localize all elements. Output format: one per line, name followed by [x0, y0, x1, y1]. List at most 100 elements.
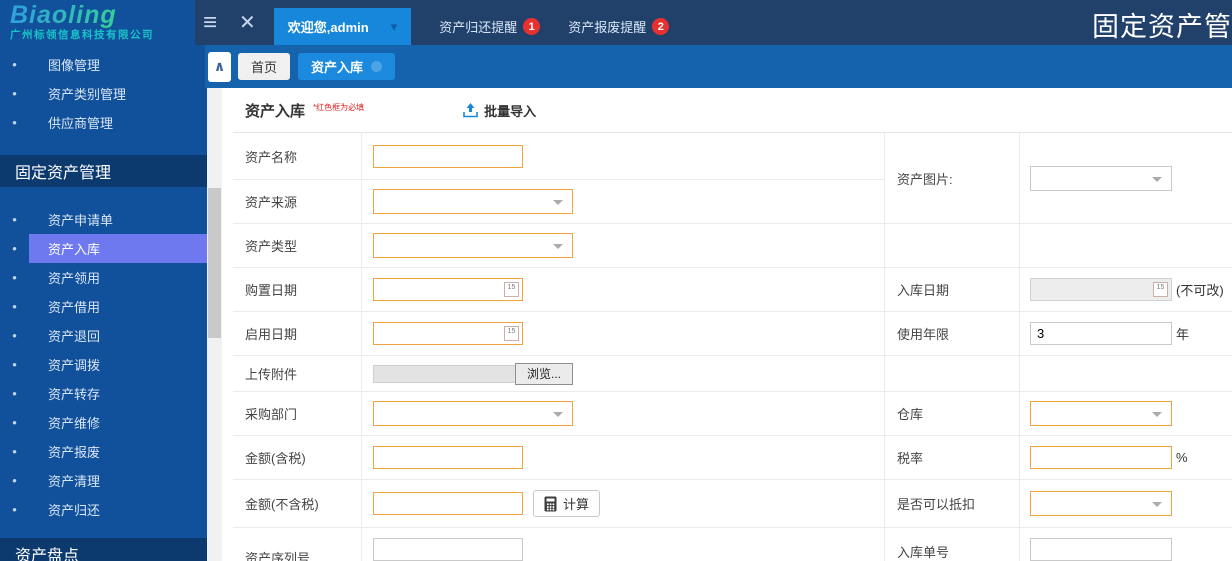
cell-purchase-date: 15: [362, 268, 884, 312]
tax-rate-input[interactable]: [1030, 446, 1172, 469]
bullet-icon: •: [0, 205, 29, 234]
empty-cell: [884, 224, 1020, 268]
sidebar-nav: • 图像管理 • 资产类别管理 • 供应商管理 固定资产管理 • 资产申请单 •…: [0, 45, 207, 561]
sidebar-item-asset-transfer[interactable]: • 资产调拨: [0, 350, 207, 379]
sidebar-item-asset-category-mgmt[interactable]: • 资产类别管理: [0, 79, 207, 108]
sidebar-item-asset-return[interactable]: • 资产退回: [0, 321, 207, 350]
sidebar-item-asset-repair[interactable]: • 资产维修: [0, 408, 207, 437]
label-deductible: 是否可以抵扣: [884, 480, 1020, 528]
sidebar-item-supplier-mgmt[interactable]: • 供应商管理: [0, 108, 207, 137]
label-warehouse: 仓库: [884, 392, 1020, 436]
user-menu-button[interactable]: 欢迎您,admin ▾: [274, 8, 411, 45]
amount-with-tax-input[interactable]: [373, 446, 523, 469]
return-reminder-badge: 1: [523, 18, 540, 35]
page-title: 资产入库: [245, 100, 305, 121]
hamburger-menu-icon[interactable]: ≡: [203, 11, 217, 35]
tab-asset-storage-label: 资产入库: [311, 57, 363, 76]
serial-number-input[interactable]: [373, 538, 523, 561]
start-date-input[interactable]: 15: [373, 322, 523, 345]
upload-attachment-input[interactable]: 浏览...: [373, 363, 573, 385]
sidebar-item-asset-storage[interactable]: • 资产入库: [0, 234, 207, 263]
sidebar-item-asset-cleanup[interactable]: • 资产清理: [0, 466, 207, 495]
service-years-input[interactable]: [1030, 322, 1172, 345]
sidebar-item-asset-use[interactable]: • 资产领用: [0, 263, 207, 292]
sidebar-item-label: 资产转存: [29, 379, 207, 408]
label-storage-date: 入库日期: [884, 268, 1020, 312]
tab-close-icon[interactable]: [371, 61, 382, 72]
bullet-icon: •: [0, 466, 29, 495]
browse-button[interactable]: 浏览...: [515, 363, 573, 385]
asset-storage-form: 资产入库 *红色框为必填 批量导入 资产名称 资产图片:: [233, 88, 1232, 561]
chevron-down-icon: ▾: [391, 19, 398, 35]
tab-bar: ∧ 首页 资产入库: [205, 45, 1232, 88]
upload-icon: [462, 102, 479, 119]
chevron-down-icon: [553, 244, 563, 249]
label-tax-rate: 税率: [884, 436, 1020, 480]
label-start-date: 启用日期: [233, 312, 362, 356]
asset-type-select[interactable]: [373, 233, 573, 258]
cell-purchase-dept: [362, 392, 884, 436]
label-storage-number: 入库单号: [884, 528, 1020, 561]
sidebar-item-label: 资产类别管理: [29, 79, 207, 108]
sidebar-item-asset-scrap[interactable]: • 资产报废: [0, 437, 207, 466]
sidebar-item-image-mgmt[interactable]: • 图像管理: [0, 50, 207, 79]
calculate-button[interactable]: 计算: [533, 490, 600, 517]
cell-upload-attachment: 浏览...: [362, 356, 884, 392]
asset-name-input[interactable]: [373, 145, 523, 168]
empty-cell: [1020, 356, 1232, 392]
sidebar-item-asset-save[interactable]: • 资产转存: [0, 379, 207, 408]
amount-no-tax-input[interactable]: [373, 492, 523, 515]
sidebar-item-label: 资产维修: [29, 408, 207, 437]
cell-deductible: [1020, 480, 1232, 528]
label-asset-name: 资产名称: [233, 133, 362, 180]
asset-image-select[interactable]: [1030, 166, 1172, 191]
scrap-reminder-link[interactable]: 资产报废提醒 2: [568, 17, 669, 36]
batch-import-button[interactable]: 批量导入: [462, 101, 536, 120]
app-window: Biaoling 广州标领信息科技有限公司 ≡ ✕ 欢迎您,admin ▾ 资产…: [0, 0, 1232, 561]
calendar-icon[interactable]: 15: [504, 282, 519, 297]
scrap-reminder-label: 资产报废提醒: [568, 17, 646, 36]
sidebar-scrollbar-thumb[interactable]: [208, 188, 221, 338]
company-logo: Biaoling 广州标领信息科技有限公司: [0, 0, 195, 45]
tab-home[interactable]: 首页: [238, 53, 290, 80]
chevron-down-icon: [1152, 412, 1162, 417]
main-content: 资产入库 *红色框为必填 批量导入 资产名称 资产图片:: [222, 88, 1232, 561]
sidebar-item-asset-borrow[interactable]: • 资产借用: [0, 292, 207, 321]
sidebar-item-label: 资产领用: [29, 263, 207, 292]
deductible-select[interactable]: [1030, 491, 1172, 516]
cell-storage-number: [1020, 528, 1232, 561]
logo-text: Biaoling: [10, 3, 187, 28]
sidebar-item-asset-giveback[interactable]: • 资产归还: [0, 495, 207, 524]
purchase-date-input[interactable]: 15: [373, 278, 523, 301]
sidebar-item-asset-request[interactable]: • 资产申请单: [0, 205, 207, 234]
form-title-row: 资产入库 *红色框为必填 批量导入: [233, 88, 1232, 133]
storage-number-input[interactable]: [1030, 538, 1172, 561]
return-reminder-link[interactable]: 资产归还提醒 1: [439, 17, 540, 36]
bullet-icon: •: [0, 495, 29, 524]
warehouse-select[interactable]: [1030, 401, 1172, 426]
label-amount-with-tax: 金额(含税): [233, 436, 362, 480]
cell-warehouse: [1020, 392, 1232, 436]
calendar-icon[interactable]: 15: [1153, 282, 1168, 297]
sidebar-collapse-button[interactable]: ∧: [208, 52, 231, 82]
asset-source-select[interactable]: [373, 189, 573, 214]
purchase-dept-select[interactable]: [373, 401, 573, 426]
label-purchase-date: 购置日期: [233, 268, 362, 312]
chevron-down-icon: [553, 200, 563, 205]
sidebar-scrollbar-track: [207, 88, 222, 561]
close-icon[interactable]: ✕: [239, 10, 256, 35]
chevron-down-icon: [1152, 177, 1162, 182]
chevron-down-icon: [1152, 502, 1162, 507]
sidebar-item-label: 资产入库: [29, 234, 207, 263]
tax-rate-unit: %: [1176, 450, 1188, 465]
tab-asset-storage[interactable]: 资产入库: [298, 53, 395, 80]
storage-date-input: 15: [1030, 278, 1172, 301]
cell-amount-with-tax: [362, 436, 884, 480]
sidebar-section-fixed-assets[interactable]: 固定资产管理: [0, 155, 207, 187]
bullet-icon: •: [0, 350, 29, 379]
sidebar-section-asset-inventory[interactable]: 资产盘点: [0, 538, 207, 561]
bullet-icon: •: [0, 234, 29, 263]
sidebar-item-label: 资产报废: [29, 437, 207, 466]
bullet-icon: •: [0, 408, 29, 437]
calendar-icon[interactable]: 15: [504, 326, 519, 341]
